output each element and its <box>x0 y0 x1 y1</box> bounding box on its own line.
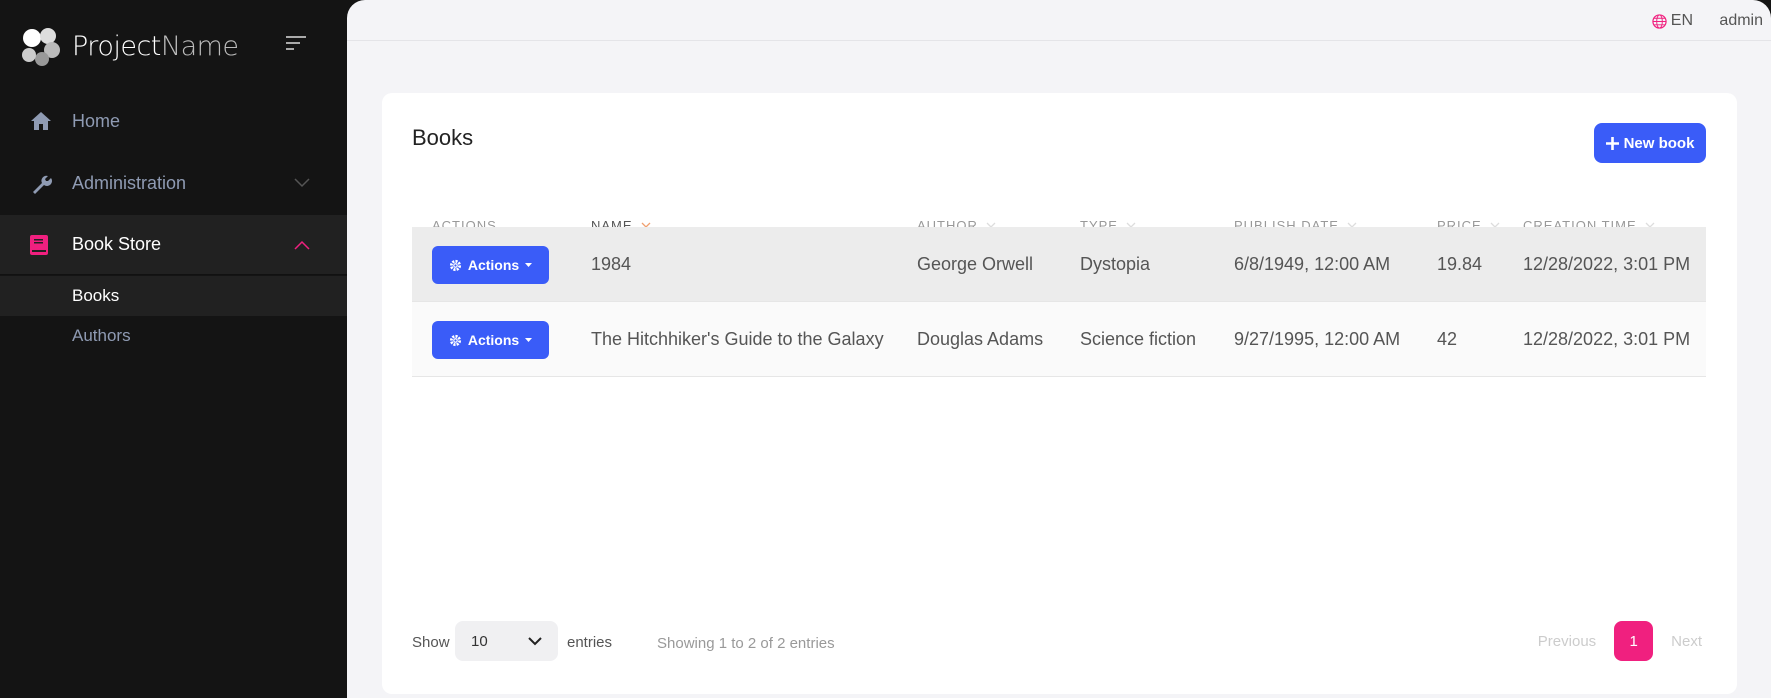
sidebar-item-authors[interactable]: Authors <box>0 316 347 356</box>
cell-type: Dystopia <box>1080 254 1151 274</box>
logo[interactable]: ProjectName <box>20 26 239 66</box>
plus-icon <box>1605 136 1619 150</box>
cell-publish-date: 6/8/1949, 12:00 AM <box>1234 254 1391 274</box>
table-row: Actions 1984 George Orwell Dystopia 6/8/… <box>412 227 1706 302</box>
sidebar-item-administration[interactable]: Administration <box>0 153 347 213</box>
home-icon <box>31 112 51 130</box>
sidebar-item-home[interactable]: Home <box>0 91 347 151</box>
caret-down-icon <box>525 263 533 267</box>
cell-name: The Hitchhiker's Guide to the Galaxy <box>591 329 884 349</box>
sidebar: ProjectName Home Administration Book Sto… <box>0 0 347 698</box>
cell-type: Science fiction <box>1080 329 1197 349</box>
globe-icon <box>1652 13 1667 29</box>
sidebar-item-book-store[interactable]: Book Store <box>0 215 347 275</box>
new-book-button[interactable]: New book <box>1594 123 1706 163</box>
book-icon <box>30 235 48 255</box>
menu-toggle-icon[interactable] <box>286 36 306 55</box>
cell-author: Douglas Adams <box>917 329 1044 349</box>
main-content: EN admin Books New book ACTIONS NAME AUT… <box>347 0 1771 698</box>
pagination: Previous 1 Next <box>1534 621 1706 661</box>
next-button[interactable]: Next <box>1667 633 1706 650</box>
chevron-down-icon <box>528 636 542 645</box>
table-footer: Show 10 entries Showing 1 to 2 of 2 entr… <box>412 621 1706 665</box>
cell-creation-time: 12/28/2022, 3:01 PM <box>1523 254 1691 274</box>
chevron-up-icon <box>294 240 310 250</box>
brand-name: ProjectName <box>72 30 239 62</box>
page-1-button[interactable]: 1 <box>1614 621 1654 661</box>
cell-name: 1984 <box>591 254 632 274</box>
page-title: Books <box>412 125 474 150</box>
pagination-info: Showing 1 to 2 of 2 entries <box>657 635 835 652</box>
wrench-icon <box>33 175 52 194</box>
cell-author: George Orwell <box>917 254 1034 274</box>
chevron-down-icon <box>294 178 310 188</box>
sidebar-item-books[interactable]: Books <box>0 276 347 316</box>
cell-publish-date: 9/27/1995, 12:00 AM <box>1234 329 1401 349</box>
logo-icon <box>22 28 60 66</box>
cell-price: 42 <box>1437 329 1458 349</box>
user-menu[interactable]: admin <box>1719 12 1763 30</box>
previous-button[interactable]: Previous <box>1534 633 1600 650</box>
cell-creation-time: 12/28/2022, 3:01 PM <box>1523 329 1691 349</box>
topbar: EN admin <box>347 0 1771 41</box>
gear-icon <box>449 259 461 271</box>
books-card: Books New book ACTIONS NAME AUTHOR TYPE … <box>382 93 1737 694</box>
table-row: Actions The Hitchhiker's Guide to the Ga… <box>412 302 1706 377</box>
caret-down-icon <box>525 338 533 342</box>
cell-price: 19.84 <box>1437 254 1483 274</box>
gear-icon <box>449 334 461 346</box>
page-size-select[interactable]: 10 <box>455 621 558 661</box>
language-selector[interactable]: EN <box>1652 12 1693 30</box>
actions-button[interactable]: Actions <box>432 321 549 359</box>
actions-button[interactable]: Actions <box>432 246 549 284</box>
